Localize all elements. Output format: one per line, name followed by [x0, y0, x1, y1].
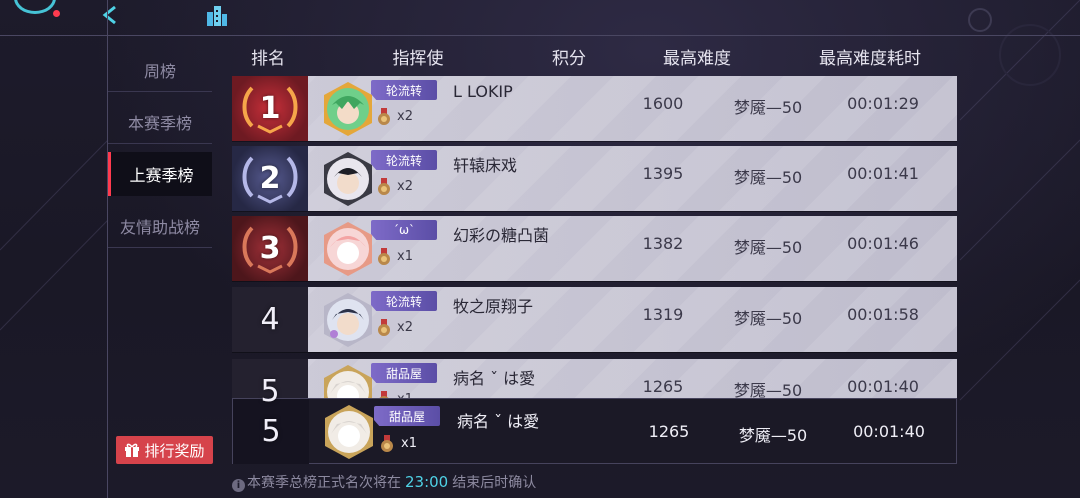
footnote-prefix: 本赛季总榜正式名次将在 [247, 475, 401, 491]
medal-icon [378, 248, 390, 265]
guild-tag: 轮流转 [371, 150, 437, 170]
tab-friend-assist[interactable]: 友情助战榜 [108, 204, 212, 248]
rank-number: 2 [259, 161, 281, 196]
table-row[interactable]: 3 ´ω` 幻彩の糖凸菌 x1 1382 梦魇—50 00:01:46 [232, 216, 957, 281]
score: 1382 [642, 234, 684, 253]
my-ranking-row[interactable]: 5 甜品屋 病名 ˇ は愛 x1 1265 梦魇—50 00:01:40 [232, 398, 957, 464]
rank-number: 1 [259, 91, 281, 126]
menu-ring-icon[interactable] [14, 0, 56, 14]
score: 1265 [648, 422, 690, 441]
commander-name: L LOKIP [453, 82, 513, 101]
tab-last-season[interactable]: 上赛季榜 [108, 152, 212, 196]
tab-weekly[interactable]: 周榜 [108, 48, 212, 92]
rank-number: 5 [260, 374, 280, 409]
avatar[interactable] [320, 292, 376, 348]
chevron-left-icon [102, 5, 116, 25]
rank-badge-bronze: 3 [232, 216, 308, 281]
city-home-button[interactable] [202, 0, 232, 30]
medal-icon [381, 435, 393, 452]
commander-name: 轩辕床戏 [453, 156, 518, 175]
commander-name: 幻彩の糖凸菌 [453, 226, 550, 245]
max-difficulty: 梦魇—50 [733, 98, 803, 117]
gift-icon [125, 443, 140, 457]
season-footnote: i 本赛季总榜正式名次将在 23:00 结束后时确认 [232, 472, 536, 492]
medal-icon [378, 319, 390, 336]
max-difficulty: 梦魇—50 [733, 238, 803, 257]
score: 1265 [642, 377, 684, 396]
max-difficulty: 梦魇—50 [733, 309, 803, 328]
avatar[interactable] [321, 404, 377, 460]
header-points: 积分 [552, 49, 586, 69]
max-difficulty-time: 00:01:41 [847, 164, 919, 183]
max-difficulty-time: 00:01:40 [853, 422, 925, 441]
header-rank: 排名 [251, 49, 285, 69]
header-max-difficulty: 最高难度 [663, 49, 731, 69]
rank-badge: 4 [232, 287, 308, 352]
tab-current-season[interactable]: 本赛季榜 [108, 100, 212, 144]
table-row[interactable]: 1 轮流转 L LOKIP x2 1600 梦魇—50 00:01:29 [232, 76, 957, 141]
reward-label: 排行奖励 [144, 441, 205, 460]
footnote-suffix: 结束后时确认 [452, 475, 537, 491]
max-difficulty: 梦魇—50 [733, 168, 803, 187]
medal-count: x2 [397, 320, 413, 335]
medal-count: x1 [401, 436, 417, 451]
rank-badge-gold: 1 [232, 76, 308, 141]
top-bar [0, 0, 1080, 36]
max-difficulty-time: 00:01:58 [847, 305, 919, 324]
header-max-difficulty-time: 最高难度耗时 [819, 49, 921, 69]
rank-number: 4 [260, 302, 280, 337]
rank-number: 3 [259, 231, 281, 266]
footnote-time: 23:00 [405, 473, 449, 491]
rank-number: 5 [261, 414, 281, 449]
guild-tag: 甜品屋 [371, 363, 437, 383]
medal-icon [378, 178, 390, 195]
avatar[interactable] [320, 221, 376, 277]
ranking-reward-button[interactable]: 排行奖励 [116, 436, 213, 464]
back-button[interactable] [94, 0, 126, 30]
medal-count: x2 [397, 109, 413, 124]
guild-tag: 轮流转 [371, 291, 437, 311]
max-difficulty-time: 00:01:46 [847, 234, 919, 253]
commander-name: 病名 ˇ は愛 [457, 412, 540, 431]
guild-tag: 轮流转 [371, 80, 437, 100]
medal-icon [378, 108, 390, 125]
rank-badge-silver: 2 [232, 146, 308, 211]
table-row[interactable]: 2 轮流转 轩辕床戏 x2 1395 梦魇—50 00:01:41 [232, 146, 957, 211]
commander-name: 牧之原翔子 [453, 297, 534, 316]
guild-tag: ´ω` [371, 220, 437, 240]
max-difficulty-time: 00:01:40 [847, 377, 919, 396]
avatar[interactable] [320, 151, 376, 207]
guild-tag: 甜品屋 [374, 406, 440, 426]
city-icon [207, 6, 227, 26]
info-icon: i [232, 479, 245, 492]
gear-icon[interactable] [968, 8, 992, 32]
ranking-tabs: 周榜 本赛季榜 上赛季榜 友情助战榜 [108, 48, 212, 256]
table-header: 排名 指挥使 积分 最高难度 最高难度耗时 [232, 44, 956, 72]
table-row[interactable]: 4 轮流转 牧之原翔子 x2 1319 梦魇—50 00:01:58 [232, 287, 957, 352]
header-commander: 指挥使 [392, 49, 444, 69]
avatar[interactable] [320, 81, 376, 137]
medal-count: x2 [397, 179, 413, 194]
max-difficulty-time: 00:01:29 [847, 94, 919, 113]
medal-count: x1 [397, 249, 413, 264]
max-difficulty: 梦魇—50 [738, 426, 808, 445]
score: 1319 [642, 305, 684, 324]
notification-dot-icon [53, 10, 60, 17]
commander-name: 病名 ˇ は愛 [453, 369, 536, 388]
score: 1395 [642, 164, 684, 183]
score: 1600 [642, 94, 684, 113]
